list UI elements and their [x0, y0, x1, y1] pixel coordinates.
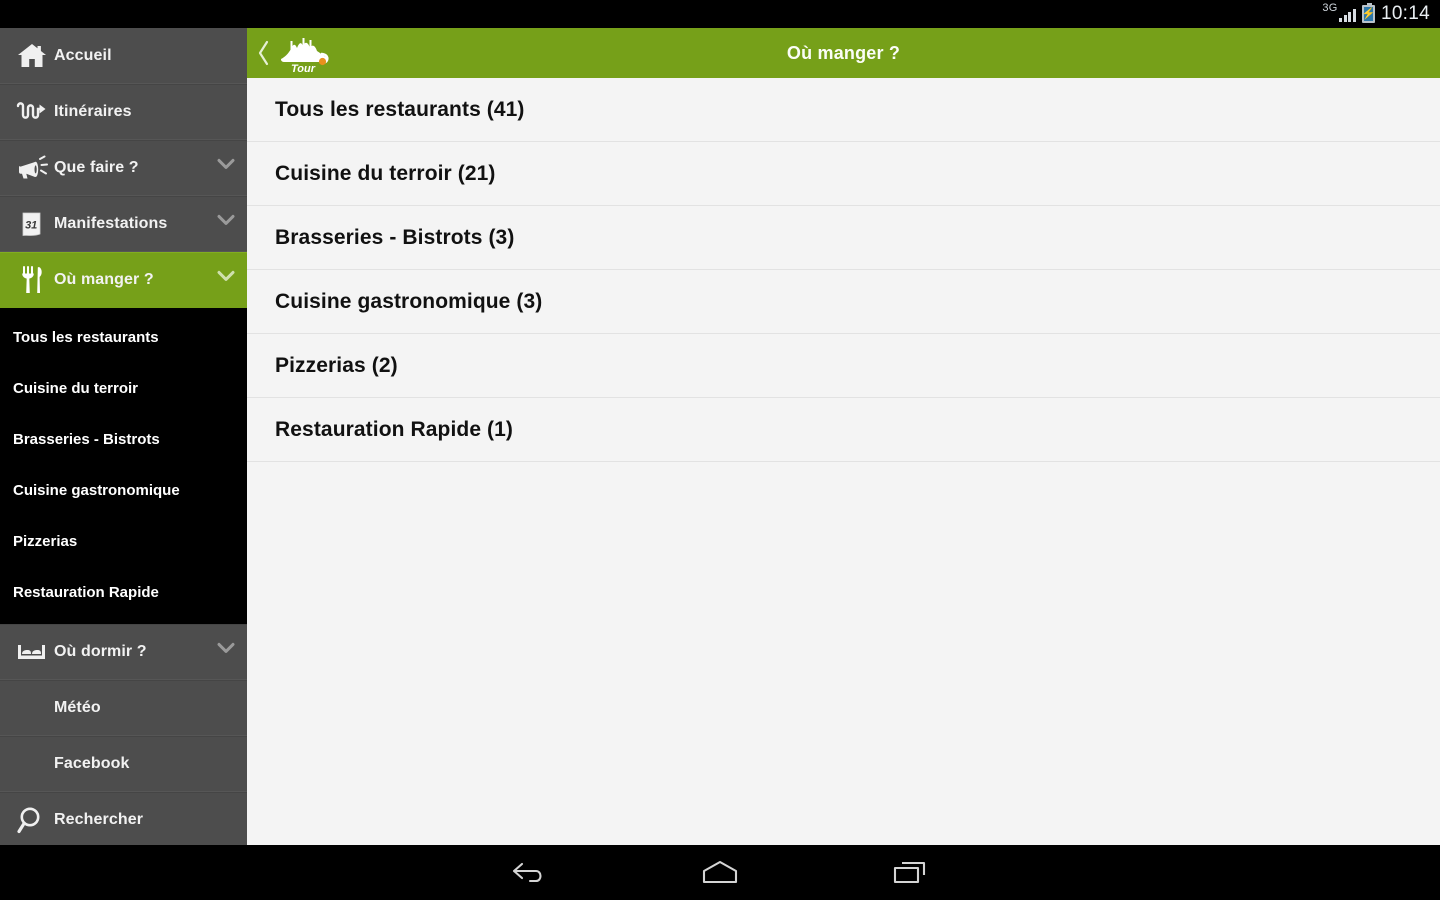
route-icon	[10, 101, 54, 123]
sidebar-item-accueil[interactable]: Accueil	[0, 28, 247, 84]
recents-icon[interactable]	[880, 853, 940, 893]
chevron-down-icon[interactable]	[217, 214, 235, 230]
cutlery-icon	[10, 265, 54, 295]
back-icon[interactable]	[500, 853, 560, 893]
restaurant-category-list: Tous les restaurants (41) Cuisine du ter…	[247, 78, 1440, 462]
submenu-item-tous-les-restaurants[interactable]: Tous les restaurants	[0, 312, 247, 363]
list-item-label: Tous les restaurants (41)	[275, 97, 525, 121]
sidebar-item-que-faire[interactable]: Que faire ?	[0, 140, 247, 196]
list-item[interactable]: Tous les restaurants (41)	[247, 78, 1440, 142]
submenu-item-label: Tous les restaurants	[13, 329, 159, 346]
sidebar-item-meteo[interactable]: Météo	[0, 680, 247, 736]
sidebar-item-label: Manifestations	[54, 215, 168, 232]
signal-bars-icon	[1339, 7, 1356, 22]
list-item[interactable]: Restauration Rapide (1)	[247, 398, 1440, 462]
submenu-item-cuisine-gastronomique[interactable]: Cuisine gastronomique	[0, 465, 247, 516]
list-item-label: Brasseries - Bistrots (3)	[275, 225, 515, 249]
sidebar-item-manifestations[interactable]: 31 Manifestations	[0, 196, 247, 252]
submenu-item-cuisine-du-terroir[interactable]: Cuisine du terroir	[0, 363, 247, 414]
battery-charging-icon: ⚡	[1362, 3, 1375, 23]
back-chevron-icon[interactable]	[251, 40, 277, 66]
sidebar-item-label: Météo	[54, 699, 101, 716]
chevron-down-icon[interactable]	[217, 158, 235, 174]
submenu-item-label: Pizzerias	[13, 533, 78, 550]
network-type-label: 3G	[1322, 2, 1338, 14]
sidebar-item-rechercher[interactable]: Rechercher	[0, 792, 247, 845]
list-item-label: Cuisine du terroir (21)	[275, 161, 496, 185]
list-item-label: Restauration Rapide (1)	[275, 417, 514, 441]
chevron-down-icon[interactable]	[217, 270, 235, 286]
home-icon[interactable]	[690, 853, 750, 893]
list-item[interactable]: Brasseries - Bistrots (3)	[247, 206, 1440, 270]
sidebar-item-label: Facebook	[54, 755, 130, 772]
clock-label: 10:14	[1380, 3, 1430, 24]
page-title: Où manger ?	[786, 42, 901, 63]
list-item[interactable]: Pizzerias (2)	[247, 334, 1440, 398]
list-item[interactable]: Cuisine gastronomique (3)	[247, 270, 1440, 334]
sidebar-item-label: Rechercher	[54, 811, 144, 828]
sidebar-submenu-ou-manger: Tous les restaurants Cuisine du terroir …	[0, 308, 247, 624]
calendar-icon: 31	[10, 210, 54, 238]
sidebar-item-itineraires[interactable]: Itinéraires	[0, 84, 247, 140]
chevron-down-icon[interactable]	[217, 642, 235, 658]
bed-icon	[10, 642, 54, 662]
submenu-item-label: Cuisine du terroir	[13, 380, 139, 397]
android-nav-bar	[0, 845, 1440, 900]
sidebar-item-facebook[interactable]: Facebook	[0, 736, 247, 792]
sidebar-item-label: Que faire ?	[54, 159, 139, 176]
submenu-item-label: Brasseries - Bistrots	[13, 431, 160, 448]
megaphone-icon	[10, 155, 54, 181]
sidebar-item-label: Où dormir ?	[54, 643, 147, 660]
logo-text: Tour	[291, 63, 316, 74]
app-window: Accueil Itinéraires Que faire ? 31 Manif…	[0, 28, 1440, 845]
sidebar-item-label: Itinéraires	[54, 103, 132, 120]
main-content: Tour Où manger ? Tous les restaurants (4…	[247, 28, 1440, 845]
app-header: Tour Où manger ?	[247, 28, 1440, 78]
sidebar-item-ou-manger[interactable]: Où manger ?	[0, 252, 247, 308]
submenu-item-pizzerias[interactable]: Pizzerias	[0, 516, 247, 567]
list-item[interactable]: Cuisine du terroir (21)	[247, 142, 1440, 206]
sidebar-item-ou-dormir[interactable]: Où dormir ?	[0, 624, 247, 680]
list-item-label: Pizzerias (2)	[275, 353, 398, 377]
sidebar-item-label: Accueil	[54, 46, 112, 64]
sidebar-nav: Accueil Itinéraires Que faire ? 31 Manif…	[0, 28, 247, 845]
tour-skyline-logo[interactable]: Tour	[277, 32, 333, 74]
search-icon	[10, 805, 54, 835]
svg-text:31: 31	[25, 220, 37, 232]
sidebar-item-label: Où manger ?	[54, 271, 154, 288]
android-status-bar: 3G ⚡ 10:14	[0, 0, 1440, 28]
submenu-item-label: Cuisine gastronomique	[13, 482, 180, 499]
list-item-label: Cuisine gastronomique (3)	[275, 289, 543, 313]
submenu-item-brasseries-bistrots[interactable]: Brasseries - Bistrots	[0, 414, 247, 465]
submenu-item-restauration-rapide[interactable]: Restauration Rapide	[0, 567, 247, 618]
home-icon	[10, 42, 54, 69]
submenu-item-label: Restauration Rapide	[13, 584, 159, 601]
